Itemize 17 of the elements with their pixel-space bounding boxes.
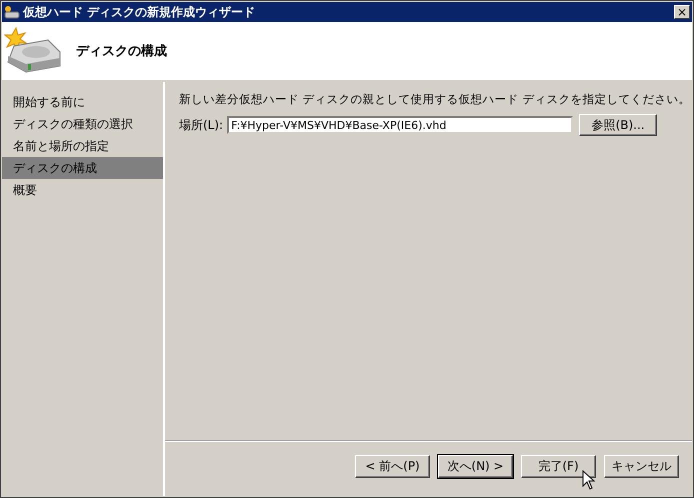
wizard-button[interactable]: 完了(F) bbox=[521, 454, 596, 478]
browse-button[interactable]: 参照(B)... bbox=[579, 114, 658, 136]
step-item[interactable]: ディスクの構成 bbox=[2, 157, 163, 179]
step-item[interactable]: 概要 bbox=[2, 179, 163, 201]
wizard-button[interactable]: 次へ(N) > bbox=[438, 454, 513, 478]
wizard-button[interactable]: < 前へ(P) bbox=[355, 454, 430, 478]
step-item[interactable]: 名前と場所の指定 bbox=[2, 135, 163, 157]
wizard-button[interactable]: キャンセル bbox=[604, 454, 679, 478]
step-item[interactable]: 開始する前に bbox=[2, 91, 163, 113]
location-field[interactable]: F:¥Hyper-V¥MS¥VHD¥Base-XP(IE6).vhd bbox=[227, 116, 574, 134]
window-title: 仮想ハード ディスクの新規作成ウィザード bbox=[23, 4, 256, 20]
page-heading: ディスクの構成 bbox=[76, 43, 167, 60]
step-item[interactable]: ディスクの種類の選択 bbox=[2, 113, 163, 135]
instruction-text: 新しい差分仮想ハード ディスクの親として使用する仮想ハード ディスクを指定してください。 bbox=[179, 92, 692, 107]
mouse-pointer-icon bbox=[582, 470, 596, 490]
close-button[interactable]: × bbox=[674, 5, 690, 19]
location-label: 場所(L): bbox=[179, 116, 224, 134]
